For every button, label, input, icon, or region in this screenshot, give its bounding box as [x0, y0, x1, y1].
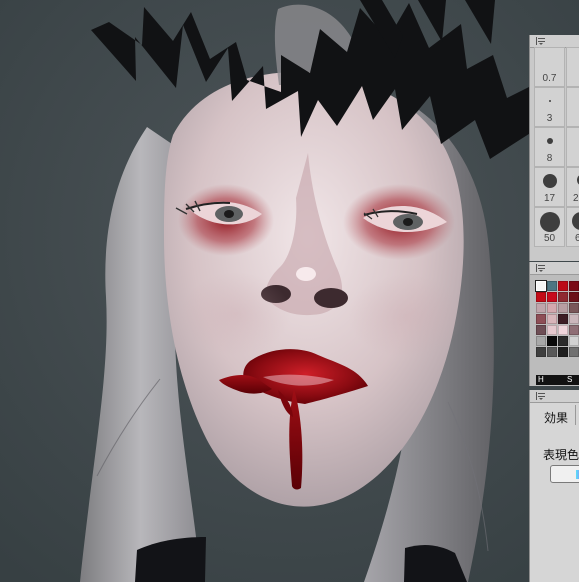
color-swatch[interactable] [547, 336, 557, 346]
panel-menu-icon[interactable] [536, 264, 545, 272]
color-swatch[interactable] [536, 336, 546, 346]
panel-scrollbar[interactable] [575, 405, 579, 425]
brush-size-3[interactable]: 3 [534, 87, 565, 127]
panel-menu-icon[interactable] [536, 392, 545, 400]
color-swatch[interactable] [569, 325, 579, 335]
brush-size-partial-second[interactable] [566, 87, 579, 127]
brush-dot-icon [539, 212, 560, 232]
brush-dot-icon [542, 174, 557, 188]
color-swatch[interactable] [536, 292, 546, 302]
brush-size-grid: 0.7 3 8 17 2 50 [530, 47, 579, 261]
hue-label: H [538, 375, 544, 384]
brush-size-panel: 0.7 3 8 17 2 50 [529, 35, 579, 261]
color-swatch[interactable] [558, 292, 568, 302]
color-swatch[interactable] [547, 347, 557, 357]
color-swatch[interactable] [558, 303, 568, 313]
color-swatch[interactable] [547, 292, 557, 302]
brush-size-6-partial[interactable]: 6 [566, 207, 579, 247]
color-swatch[interactable] [536, 347, 546, 357]
color-swatch[interactable] [569, 336, 579, 346]
hue-saturation-bar[interactable]: H S [536, 375, 579, 385]
color-swatch[interactable] [558, 347, 568, 357]
brush-size-0-7[interactable]: 0.7 [534, 47, 565, 87]
brush-dot-icon [546, 138, 553, 144]
color-swatch[interactable] [569, 314, 579, 324]
brush-size-2-partial[interactable]: 2 [566, 167, 579, 207]
saturation-label: S [567, 375, 573, 384]
canvas-area[interactable]: 0.7 3 8 17 2 50 H S 効果 表現色 [0, 0, 579, 582]
brush-size-label: 17 [543, 193, 556, 204]
active-color-swatch[interactable] [535, 280, 547, 292]
artwork-canvas[interactable] [0, 0, 579, 582]
color-swatch[interactable] [536, 314, 546, 324]
expression-color-label: 表現色 [543, 448, 579, 462]
effect-panel-header[interactable] [530, 390, 579, 403]
brush-dot-icon [548, 100, 551, 102]
color-swatch[interactable] [547, 314, 557, 324]
brush-size-partial-top[interactable] [566, 47, 579, 87]
layer-property-panel: 効果 表現色 [529, 390, 579, 582]
brush-size-label: 50 [543, 233, 556, 244]
color-swatch[interactable] [569, 347, 579, 357]
color-swatch[interactable] [547, 325, 557, 335]
color-panel-header[interactable] [530, 262, 579, 275]
color-swatch[interactable] [547, 281, 557, 291]
brush-size-17[interactable]: 17 [534, 167, 565, 207]
brush-size-label: 0.7 [542, 73, 557, 84]
color-swatch[interactable] [569, 303, 579, 313]
color-swatch[interactable] [569, 281, 579, 291]
panel-menu-icon[interactable] [536, 37, 545, 45]
expression-color-button[interactable] [550, 465, 579, 483]
color-swatch[interactable] [558, 281, 568, 291]
brush-size-8[interactable]: 8 [534, 127, 565, 167]
brush-size-partial-third[interactable] [566, 127, 579, 167]
color-swatch-grid [535, 280, 579, 357]
color-swatch[interactable] [569, 292, 579, 302]
brush-size-label: 3 [546, 113, 553, 124]
brush-size-label: 8 [546, 153, 553, 164]
brush-dot-icon [572, 212, 579, 230]
brush-size-label: 6 [575, 234, 579, 244]
color-set-panel: H S [529, 262, 579, 386]
effect-section-title: 効果 [544, 411, 569, 425]
color-swatch[interactable] [536, 303, 546, 313]
brush-size-label: 2 [573, 193, 579, 204]
color-swatch[interactable] [558, 314, 568, 324]
brush-size-50[interactable]: 50 [534, 207, 565, 247]
color-swatch[interactable] [547, 303, 557, 313]
color-swatch[interactable] [558, 325, 568, 335]
color-swatch[interactable] [536, 325, 546, 335]
color-swatch[interactable] [558, 336, 568, 346]
